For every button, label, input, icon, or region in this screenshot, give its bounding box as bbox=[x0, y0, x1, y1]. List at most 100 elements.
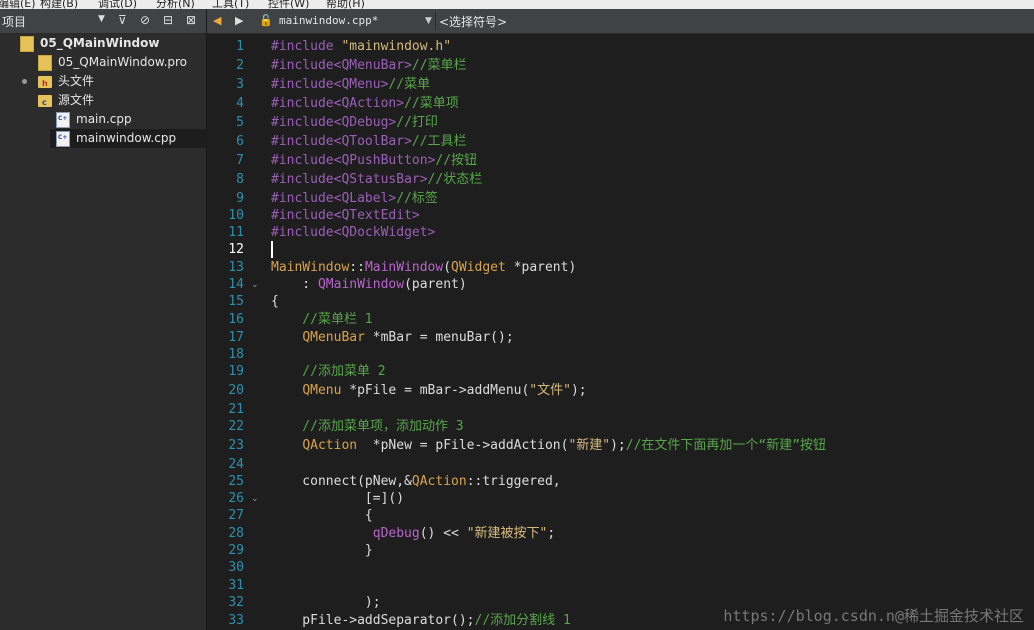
line-number: 26 bbox=[228, 491, 244, 506]
code-token: #include bbox=[271, 134, 334, 149]
line-number: 32 bbox=[228, 595, 244, 610]
line-number: 20 bbox=[228, 383, 244, 398]
tree-sources-folder[interactable]: 源文件 bbox=[38, 91, 94, 110]
code-token: { bbox=[271, 294, 279, 309]
tree-file-mainwindow-cpp[interactable]: mainwindow.cpp bbox=[50, 129, 206, 148]
code-token: //菜单栏 bbox=[411, 58, 467, 73]
code-token: //标签 bbox=[396, 191, 438, 206]
code-token: } bbox=[271, 543, 373, 558]
code-line: #include<QDockWidget> bbox=[271, 225, 435, 241]
code-token: qDebug bbox=[372, 526, 420, 541]
menu-analyze[interactable]: 分析(N) bbox=[156, 0, 195, 9]
editor-toolbar: ◀ ▶ 🔓 mainwindow.cpp* ▼ <选择符号> bbox=[207, 9, 1034, 34]
code-token: QAction bbox=[302, 438, 358, 453]
menu-debug[interactable]: 调试(D) bbox=[98, 0, 137, 9]
line-number: 29 bbox=[228, 543, 244, 558]
code-line: QMenuBar *mBar = menuBar(); bbox=[271, 330, 514, 346]
expand-bullet-icon[interactable] bbox=[22, 79, 27, 84]
open-file-selector[interactable]: mainwindow.cpp* bbox=[279, 14, 378, 27]
code-line: { bbox=[271, 508, 373, 524]
line-number: 27 bbox=[228, 508, 244, 523]
code-token: ); bbox=[570, 383, 587, 398]
split-icon[interactable]: ⊟ bbox=[163, 13, 173, 27]
code-token: #include bbox=[271, 115, 334, 130]
menu-help[interactable]: 帮助(H) bbox=[326, 0, 365, 9]
code-token: [=]() bbox=[271, 491, 405, 506]
tree-file-main-cpp[interactable]: main.cpp bbox=[56, 110, 132, 129]
menu-controls[interactable]: 控件(W) bbox=[268, 0, 309, 9]
code-token: <QLabel> bbox=[333, 191, 397, 206]
symbol-selector[interactable]: <选择符号> bbox=[439, 13, 507, 30]
code-token: //打印 bbox=[396, 115, 438, 130]
back-arrow-icon[interactable]: ◀ bbox=[213, 14, 221, 27]
sidebar-title: 项目 bbox=[2, 15, 27, 29]
line-number: 6 bbox=[236, 134, 244, 149]
forward-arrow-icon[interactable]: ▶ bbox=[235, 14, 243, 27]
line-number: 4 bbox=[236, 96, 244, 111]
code-line: #include<QDebug>//打印 bbox=[271, 115, 438, 131]
tree-pro-file[interactable]: 05_QMainWindow.pro bbox=[38, 53, 187, 72]
code-line: #include<QAction>//菜单项 bbox=[271, 96, 459, 112]
fold-chevron-icon[interactable]: ⌄ bbox=[251, 277, 259, 293]
menu-build[interactable]: 构建(B) bbox=[40, 0, 78, 9]
tree-project-node[interactable]: 05_QMainWindow bbox=[20, 34, 159, 53]
code-line: //添加菜单 2 bbox=[271, 364, 386, 380]
menu-tools[interactable]: 工具(T) bbox=[212, 0, 249, 9]
code-token: <QTextEdit> bbox=[333, 208, 420, 223]
code-line: #include<QToolBar>//工具栏 bbox=[271, 134, 467, 150]
link-icon[interactable]: ⊘ bbox=[140, 13, 150, 27]
line-number: 33 bbox=[228, 613, 244, 628]
code-line: MainWindow::MainWindow(QWidget *parent) bbox=[271, 260, 576, 276]
filter-icon[interactable]: ⊽ bbox=[118, 13, 127, 27]
headers-label: 头文件 bbox=[58, 74, 95, 88]
text-cursor bbox=[271, 241, 273, 258]
code-editor[interactable]: #include "mainwindow.h" #include<QMenuBar… bbox=[267, 34, 1034, 630]
close-icon[interactable]: ⊠ bbox=[186, 13, 196, 27]
code-line: QAction *pNew = pFile->addAction("新建");/… bbox=[271, 438, 826, 454]
chevron-down-icon[interactable]: ▼ bbox=[98, 14, 105, 24]
code-token: QAction bbox=[411, 474, 467, 489]
line-number: 7 bbox=[236, 153, 244, 168]
code-token: ); bbox=[271, 595, 381, 610]
tree-headers-folder[interactable]: 头文件 bbox=[38, 72, 94, 91]
code-token: <QAction> bbox=[333, 96, 405, 111]
code-token: "mainwindow.h" bbox=[333, 39, 452, 54]
code-token: *pNew = pFile->addAction( bbox=[357, 438, 569, 453]
line-number: 8 bbox=[236, 172, 244, 187]
code-token: #include bbox=[271, 208, 334, 223]
line-number: 16 bbox=[228, 312, 244, 327]
code-token: *pFile = mBar->addMenu( bbox=[341, 383, 530, 398]
menu-edit[interactable]: 编辑(E) bbox=[0, 0, 36, 9]
code-line: #include<QTextEdit> bbox=[271, 208, 420, 224]
code-token: //菜单项 bbox=[404, 96, 459, 111]
fold-chevron-icon[interactable]: ⌄ bbox=[251, 491, 259, 507]
chevron-down-icon[interactable]: ▼ bbox=[425, 16, 432, 26]
code-token: ; bbox=[547, 526, 556, 541]
code-token: QWidget bbox=[451, 260, 506, 275]
code-token: //添加菜单 2 bbox=[271, 364, 386, 379]
line-number: 24 bbox=[228, 457, 244, 472]
toolbar-divider bbox=[435, 12, 436, 30]
line-number: 22 bbox=[228, 419, 244, 434]
line-number: 17 bbox=[228, 330, 244, 345]
sources-label: 源文件 bbox=[58, 93, 95, 107]
line-number: 14 bbox=[228, 277, 244, 292]
sidebar-toolbar: 项目 ▼ ⊽ ⊘ ⊟ ⊠ bbox=[0, 9, 206, 34]
code-token: #include bbox=[271, 58, 334, 73]
code-token: #include bbox=[271, 39, 334, 54]
code-token: QMenuBar bbox=[302, 330, 365, 345]
code-line: //添加菜单项，添加动作 3 bbox=[271, 419, 463, 435]
code-token: //在文件下面再加一个“新建”按钮 bbox=[625, 438, 827, 453]
line-number: 31 bbox=[228, 578, 244, 593]
code-token: <QToolBar> bbox=[333, 134, 412, 149]
code-line: qDebug() << "新建被按下"; bbox=[271, 526, 555, 542]
code-token: #include bbox=[271, 153, 334, 168]
code-token: #include bbox=[271, 191, 334, 206]
code-token: #include bbox=[271, 225, 334, 240]
line-number: 25 bbox=[228, 474, 244, 489]
code-token: *mBar = menuBar(); bbox=[364, 330, 514, 345]
code-line: ); bbox=[271, 595, 381, 611]
